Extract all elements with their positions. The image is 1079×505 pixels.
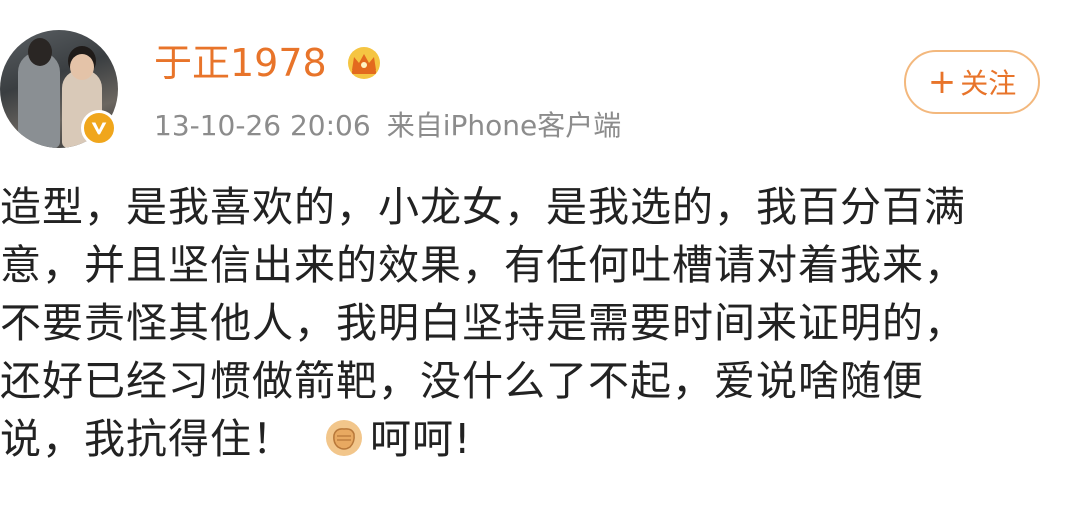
content-line: 还好已经习惯做箭靶，没什么了不起，爱说啥随便 [0, 357, 924, 405]
vip-crown-icon [348, 47, 380, 79]
verified-badge-icon [81, 110, 117, 146]
post-source: 来自iPhone客户端 [386, 109, 622, 142]
post-content: 造型，是我喜欢的，小龙女，是我选的，我百分百满 意，并且坚信出来的效果，有任何吐… [0, 178, 1060, 468]
content-line-last: 说，我抗得住！ 呵呵! [0, 410, 1060, 468]
plus-icon: + [927, 62, 957, 102]
follow-label: 关注 [960, 67, 1017, 100]
post-meta: 13-10-26 20:06 来自iPhone客户端 [154, 104, 621, 148]
post-timestamp: 13-10-26 20:06 [154, 109, 371, 142]
username[interactable]: 于正1978 [154, 38, 327, 88]
content-line: 意，并且坚信出来的效果，有任何吐槽请对着我来， [0, 241, 966, 289]
content-line: 造型，是我喜欢的，小龙女，是我选的，我百分百满 [0, 183, 966, 231]
content-text: 说，我抗得住！ [0, 415, 294, 463]
follow-button[interactable]: + 关注 [904, 50, 1040, 114]
avatar-figure-man [18, 38, 60, 148]
content-tail: 呵呵! [370, 415, 472, 463]
fist-emoji-icon [326, 420, 362, 456]
content-line: 不要责怪其他人，我明白坚持是需要时间来证明的， [0, 299, 966, 347]
